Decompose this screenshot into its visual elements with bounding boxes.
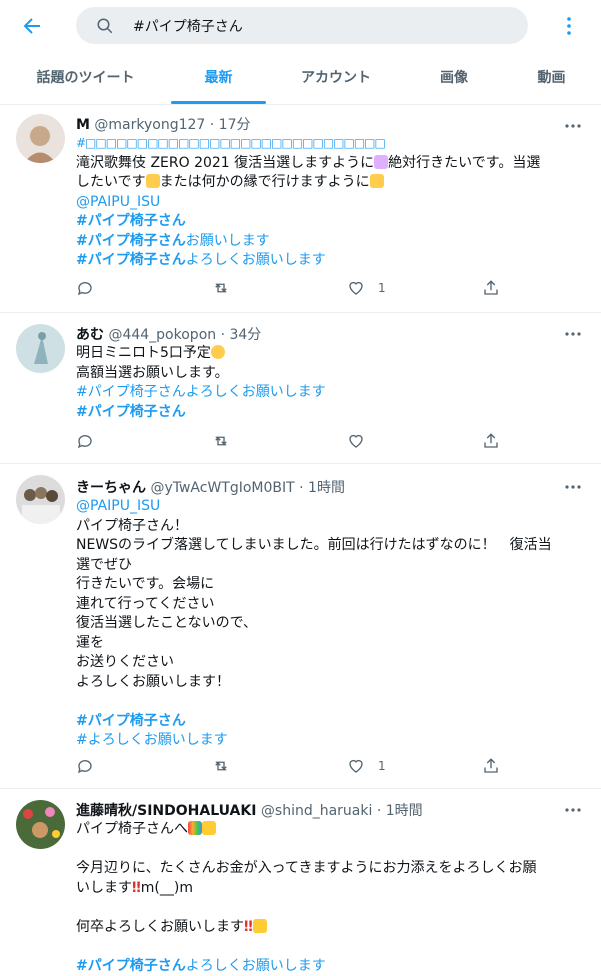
double-exclamation-icon: ‼ (244, 918, 253, 935)
share-icon (484, 433, 498, 448)
tab-top[interactable]: 話題のツイート (0, 52, 171, 104)
hashtag-link[interactable]: #パイプ椅子さん (76, 403, 576, 423)
back-arrow-icon[interactable] (20, 14, 44, 38)
reply-button[interactable] (76, 279, 94, 297)
share-icon (484, 280, 498, 295)
top-bar: #パイプ椅子さん (0, 0, 601, 52)
search-tabs: 話題のツイート 最新 アカウント 画像 動画 (0, 52, 601, 105)
display-name[interactable]: きーちゃん (76, 480, 146, 496)
hashtag-link[interactable]: #パイプ椅子さん (76, 212, 576, 232)
reply-button[interactable] (76, 757, 94, 775)
more-icon[interactable] (563, 324, 583, 344)
hashtag-link[interactable]: #□□□□□□□□□□□□□□□□□□□□□□□□□□□□□ (76, 134, 576, 154)
retweet-button[interactable] (211, 279, 231, 297)
tweet-actions: 1 (76, 279, 576, 299)
hashtag-link[interactable]: #パイプ椅子さん (76, 958, 186, 974)
heart-icon (349, 434, 363, 448)
hashtag-link[interactable]: #パイプ椅子さん (76, 712, 576, 732)
more-options-icon[interactable] (557, 14, 581, 38)
search-query[interactable]: #パイプ椅子さん (133, 16, 243, 36)
display-name[interactable]: 進藤晴秋/SINDOHALUAKI (76, 803, 256, 819)
share-icon (484, 758, 498, 773)
tweet-header: あむ @444_pokopon · 34分 (76, 324, 261, 344)
tweet[interactable]: M @markyong127 · 17分 #□□□□□□□□□□□□□□□□□□… (0, 104, 601, 313)
handle[interactable]: @yTwAcWTgIoM0BIT (150, 480, 294, 496)
tab-accounts[interactable]: アカウント (266, 52, 406, 104)
crying-emoji-icon (369, 174, 384, 188)
tweet[interactable]: きーちゃん @yTwAcWTgIoM0BIT · 1時間 @PAIPU_ISU … (0, 463, 601, 789)
emoji-icon (374, 154, 389, 169)
smile-emoji-icon (210, 345, 225, 359)
reply-button[interactable] (76, 432, 94, 450)
display-name[interactable]: あむ (76, 327, 104, 343)
retweet-icon (215, 436, 227, 446)
tweet-text: 明日ミニロト5口予定 高額当選お願いします。 #パイプ椅子さんよろしくお願いしま… (76, 344, 576, 422)
tab-latest[interactable]: 最新 (171, 52, 266, 104)
timestamp[interactable]: · 1時間 (299, 480, 345, 496)
share-button[interactable] (482, 757, 500, 775)
tweet-text: @PAIPU_ISU パイプ椅子さん！ NEWSのライブ落選してしまいました。前… (76, 497, 576, 751)
avatar[interactable] (16, 324, 65, 373)
share-button[interactable] (482, 432, 500, 450)
tweet-header: きーちゃん @yTwAcWTgIoM0BIT · 1時間 (76, 477, 345, 497)
reply-icon (77, 760, 92, 774)
timestamp[interactable]: · 34分 (221, 327, 262, 343)
hashtag-link[interactable]: #パイプ椅子さん (76, 233, 186, 249)
share-button[interactable] (482, 279, 500, 297)
like-count: 1 (378, 759, 386, 773)
rainbow-emoji-icon (188, 821, 202, 835)
handle[interactable]: @shind_haruaki (261, 803, 372, 819)
more-icon[interactable] (563, 800, 583, 820)
tweet-header: M @markyong127 · 17分 (76, 114, 250, 134)
sparkles-emoji-icon (202, 821, 216, 835)
avatar[interactable] (16, 114, 65, 163)
retweet-icon (215, 283, 227, 293)
more-icon[interactable] (563, 477, 583, 497)
reply-icon (77, 435, 92, 449)
hashtag-link[interactable]: #よろしくお願いします (76, 731, 576, 751)
crying-emoji-icon (145, 174, 160, 188)
double-exclamation-icon: ‼ (132, 879, 141, 896)
reply-icon (77, 282, 92, 296)
hashtag-link[interactable]: #パイプ椅子さん (76, 252, 186, 268)
tweet-actions: 1 (76, 757, 576, 777)
search-icon (97, 18, 113, 34)
hashtag-link[interactable]: #パイプ椅子さんよろしくお願いします (76, 383, 576, 403)
timestamp[interactable]: · 1時間 (377, 803, 423, 819)
heart-icon (349, 759, 363, 773)
like-button[interactable]: 1 (346, 757, 386, 775)
retweet-button[interactable] (211, 757, 231, 775)
handle[interactable]: @444_pokopon (108, 327, 216, 343)
handle[interactable]: @markyong127 (94, 117, 205, 133)
timestamp[interactable]: · 17分 (210, 117, 251, 133)
pray-emoji-icon (252, 918, 267, 933)
tweet-actions (76, 432, 576, 452)
display-name[interactable]: M (76, 117, 90, 133)
tab-videos[interactable]: 動画 (502, 52, 601, 104)
tweet-header: 進藤晴秋/SINDOHALUAKI @shind_haruaki · 1時間 (76, 800, 423, 820)
like-button[interactable] (346, 432, 366, 450)
tweet-text: #□□□□□□□□□□□□□□□□□□□□□□□□□□□□□ 滝沢歌舞伎 ZER… (76, 134, 576, 271)
mention-link[interactable]: @PAIPU_ISU (76, 497, 576, 517)
heart-icon (349, 281, 363, 295)
mention-link[interactable]: @PAIPU_ISU (76, 193, 576, 213)
tweet[interactable]: あむ @444_pokopon · 34分 明日ミニロト5口予定 高額当選お願い… (0, 312, 601, 464)
retweet-button[interactable] (211, 432, 231, 450)
like-count: 1 (378, 281, 386, 295)
retweet-icon (215, 761, 227, 771)
avatar[interactable] (16, 475, 65, 524)
avatar[interactable] (16, 800, 65, 849)
tweet-text: パイプ椅子さんへ 今月辺りに、たくさんお金が入ってきますようにお力添えをよろしく… (76, 821, 537, 974)
like-button[interactable]: 1 (346, 279, 386, 297)
more-icon[interactable] (563, 116, 583, 136)
search-box[interactable]: #パイプ椅子さん (76, 7, 528, 44)
tab-images[interactable]: 画像 (406, 52, 502, 104)
tweet[interactable]: 進藤晴秋/SINDOHALUAKI @shind_haruaki · 1時間 パ… (0, 788, 601, 974)
